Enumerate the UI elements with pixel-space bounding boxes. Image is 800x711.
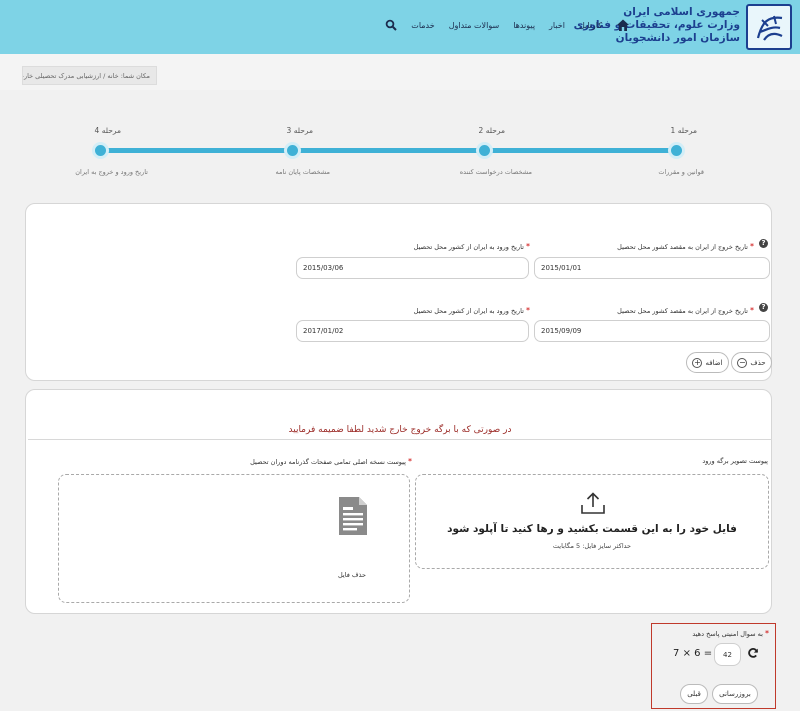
site-header: جمهوری اسلامی ایران وزارت علوم، تحقیقات … bbox=[0, 0, 800, 54]
entry-date-input-1[interactable] bbox=[296, 257, 529, 279]
passport-dropzone[interactable]: حذف فایل bbox=[58, 474, 410, 603]
entry-date-label-text: تاریخ ورود به ایران از کشور محل تحصیل bbox=[413, 243, 524, 251]
refresh-icon[interactable] bbox=[747, 647, 759, 659]
exit-date-input-1[interactable] bbox=[534, 257, 770, 279]
ministry-logo[interactable] bbox=[746, 4, 792, 50]
exit-date-label: * تاریخ خروج از ایران به مقصد کشور محل ت… bbox=[617, 242, 754, 251]
step-1-subtitle: قوانین و مقررات bbox=[658, 168, 704, 176]
plus-icon: + bbox=[692, 357, 703, 368]
upload-size-hint: حداکثر سایز فایل: 5 مگابایت bbox=[552, 542, 632, 550]
captcha-operand-b: 6 bbox=[694, 648, 701, 659]
exit-sheet-label: پیوست تصویر برگه ورود bbox=[702, 457, 768, 465]
divider bbox=[28, 439, 772, 440]
emblem-icon bbox=[756, 15, 783, 41]
entry-date-label-text: تاریخ ورود به ایران از کشور محل تحصیل bbox=[413, 307, 524, 315]
delete-row-button[interactable]: حذف − bbox=[731, 352, 772, 373]
step-2-title: مرحله 2 bbox=[478, 126, 505, 135]
step-4-subtitle: تاریخ ورود و خروج به ایران bbox=[75, 168, 148, 176]
nav-faq[interactable]: سوالات متداول bbox=[449, 21, 500, 30]
exit-date-label-text: تاریخ خروج از ایران به مقصد کشور محل تحص… bbox=[617, 307, 748, 315]
step-2-dot bbox=[476, 142, 493, 159]
add-row-label: اضافه bbox=[705, 358, 723, 367]
nav-cartable[interactable]: کارتابل bbox=[579, 21, 602, 30]
previous-button[interactable]: قبلی bbox=[680, 684, 708, 704]
org-line-3: سازمان امور دانشجویان bbox=[615, 32, 740, 44]
home-icon[interactable] bbox=[616, 18, 630, 32]
captcha-operator: × bbox=[682, 648, 691, 659]
minus-icon: − bbox=[737, 357, 748, 368]
exit-sheet-notice: در صورتی که با برگه خروج خارج شدید لطفا … bbox=[288, 425, 512, 435]
stepper-line bbox=[101, 148, 677, 153]
captcha-label: * به سوال امنیتی پاسخ دهید bbox=[692, 629, 769, 638]
nav-links[interactable]: پیوندها bbox=[513, 21, 535, 30]
entry-date-label: * تاریخ ورود به ایران از کشور محل تحصیل bbox=[413, 242, 530, 251]
help-icon[interactable]: ? bbox=[759, 303, 768, 312]
entry-date-label: * تاریخ ورود به ایران از کشور محل تحصیل bbox=[413, 306, 530, 315]
update-button[interactable]: بروزرسانی bbox=[712, 684, 758, 704]
exit-date-input-2[interactable] bbox=[534, 320, 770, 342]
step-3-subtitle: مشخصات پایان نامه bbox=[275, 168, 330, 176]
step-4-title: مرحله 4 bbox=[94, 126, 121, 135]
step-4-dot bbox=[92, 142, 109, 159]
exit-sheet-dropzone[interactable]: فایل خود را به این قسمت بکشید و رها کنید… bbox=[415, 474, 769, 569]
upload-instructions: فایل خود را به این قسمت بکشید و رها کنید… bbox=[447, 523, 737, 535]
main-nav: کارتابل اخبار پیوندها سوالات متداول خدما… bbox=[385, 18, 630, 32]
upload-icon bbox=[581, 492, 605, 514]
help-icon[interactable]: ? bbox=[759, 239, 768, 248]
step-3-title: مرحله 3 bbox=[286, 126, 313, 135]
travel-dates-card bbox=[25, 203, 772, 381]
delete-row-label: حذف bbox=[750, 358, 766, 367]
exit-date-label: * تاریخ خروج از ایران به مقصد کشور محل ت… bbox=[617, 306, 754, 315]
exit-date-label-text: تاریخ خروج از ایران به مقصد کشور محل تحص… bbox=[617, 243, 748, 251]
nav-services[interactable]: خدمات bbox=[411, 21, 434, 30]
captcha-answer-input[interactable] bbox=[714, 643, 741, 666]
captcha-box: * به سوال امنیتی پاسخ دهید 7 × 6 = بروزر… bbox=[651, 623, 776, 709]
step-2-subtitle: مشخصات درخواست کننده bbox=[459, 168, 532, 176]
passport-label-text: پیوست نسخه اصلی تمامی صفحات گذرنامه دورا… bbox=[250, 458, 406, 466]
entry-date-input-2[interactable] bbox=[296, 320, 529, 342]
add-row-button[interactable]: اضافه + bbox=[686, 352, 729, 373]
captcha-operand-a: 7 bbox=[673, 648, 680, 659]
delete-file-link[interactable]: حذف فایل bbox=[338, 571, 366, 579]
search-icon[interactable] bbox=[385, 19, 397, 31]
step-1-dot bbox=[668, 142, 685, 159]
captcha-label-text: به سوال امنیتی پاسخ دهید bbox=[692, 630, 763, 638]
passport-label: * پیوست نسخه اصلی تمامی صفحات گذرنامه دو… bbox=[250, 457, 412, 466]
step-3-dot bbox=[284, 142, 301, 159]
document-icon bbox=[339, 497, 367, 535]
captcha-question: 7 × 6 = bbox=[673, 648, 712, 659]
breadcrumb: مکان شما: خانه / ارزشیابی مدرک تحصیلی خا… bbox=[22, 66, 157, 85]
step-1-title: مرحله 1 bbox=[670, 126, 697, 135]
captcha-equals: = bbox=[703, 648, 713, 659]
nav-news[interactable]: اخبار bbox=[549, 21, 565, 30]
